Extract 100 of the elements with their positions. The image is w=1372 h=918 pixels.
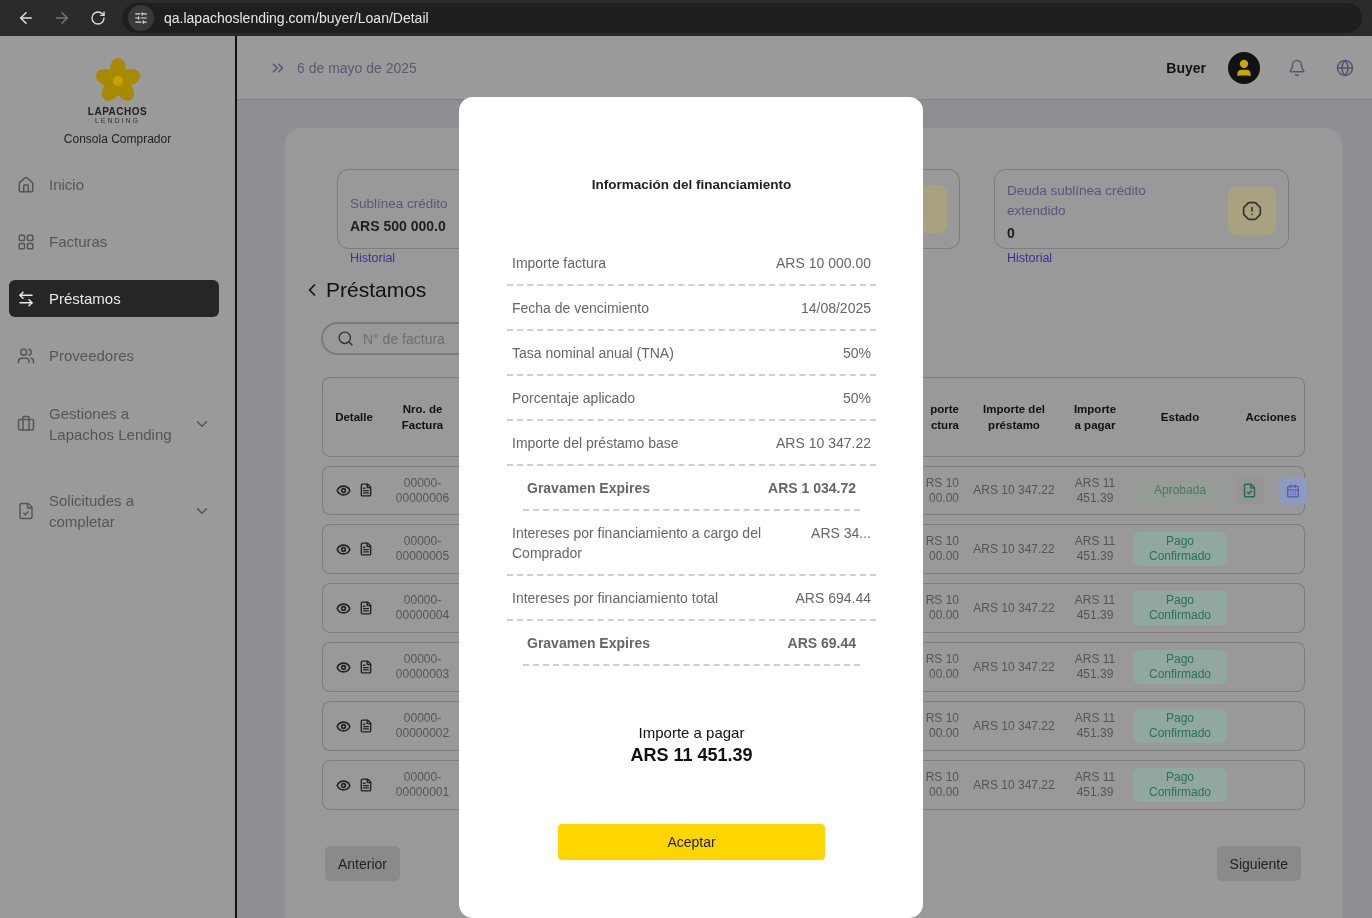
table-cell: ARS 10 347.22 (973, 483, 1055, 498)
detail-value: 50% (842, 389, 871, 408)
detail-value: ARS 10 000.00 (776, 254, 871, 273)
status-badge: Pago Confirmado (1133, 591, 1227, 625)
history-link[interactable]: Historial (350, 251, 396, 265)
dialog-title: Información del financiamiento (590, 177, 793, 194)
column-header: Estado (1160, 410, 1200, 425)
table-cell-text: 00000-00000004 (394, 593, 451, 623)
eye-icon[interactable] (335, 541, 351, 557)
bell-icon[interactable] (1288, 58, 1306, 77)
eye-icon[interactable] (335, 777, 351, 793)
document-icon[interactable] (358, 659, 373, 674)
eye-icon[interactable] (335, 600, 351, 616)
nav-item[interactable]: Inicio (9, 166, 219, 203)
detail-label: Importe factura (512, 254, 607, 273)
nav-item[interactable]: Gestiones a Lapachos Lending (9, 394, 219, 454)
icon-tile (923, 185, 947, 233)
previous-button[interactable]: Anterior (325, 846, 401, 881)
back-icon[interactable] (17, 9, 35, 27)
status-badge: Pago Confirmado (1133, 709, 1227, 743)
nav-item[interactable]: Solicitudes a completar (9, 481, 219, 541)
detail-label: Intereses por financiamiento total (512, 589, 719, 608)
logo-name: LAPACHOS (87, 106, 148, 117)
site-settings-icon[interactable] (134, 11, 148, 25)
file-check-icon (1242, 483, 1257, 498)
table-cell-text: ARS 11 451.39 (1073, 652, 1117, 682)
nav-item[interactable]: Préstamos (9, 280, 219, 317)
accept-button[interactable]: Aceptar (558, 824, 825, 860)
column-header: Importe del préstamo (983, 402, 1045, 433)
document-icon[interactable] (358, 718, 373, 733)
column-header: Detalle (335, 410, 373, 425)
status-badge: Pago Confirmado (1133, 768, 1227, 802)
page-title: Préstamos (326, 278, 427, 302)
document-icon[interactable] (358, 777, 373, 792)
table-cell-text: ARS 11 451.39 (1073, 770, 1117, 800)
next-button[interactable]: Siguiente (1216, 846, 1301, 881)
document-icon[interactable] (358, 600, 373, 615)
detail-label: Fecha de vencimiento (512, 299, 649, 318)
document-icon[interactable] (358, 541, 373, 556)
table-cell-text: 00000-00000005 (394, 534, 451, 564)
eye-icon[interactable] (335, 483, 351, 498)
url-text: qa.lapachoslending.com/buyer/Loan/Detail (164, 10, 429, 26)
detail-value: ARS 694.44 (795, 589, 871, 608)
user-name: Buyer (1166, 59, 1206, 76)
users-icon (17, 346, 35, 365)
detail-label: Importe del préstamo base (512, 434, 679, 453)
table-cell-text: RS 10 00.00 (925, 593, 960, 623)
avatar-icon[interactable] (1228, 51, 1260, 84)
column-header: Importe a pagar (1072, 402, 1118, 433)
column-header: Acciones (1245, 410, 1297, 425)
history-link[interactable]: Historial (1007, 251, 1053, 265)
grid-icon (17, 232, 35, 251)
eye-icon[interactable] (335, 659, 351, 675)
table-cell-text: ARS 11 451.39 (1073, 475, 1117, 506)
detail-value: ARS 34... (811, 524, 871, 543)
address-bar[interactable]: qa.lapachoslending.com/buyer/Loan/Detail (122, 3, 1362, 33)
detail-value: ARS 69.44 (787, 634, 856, 653)
status-badge: Aprobada (1133, 478, 1227, 503)
column-header: Nro. de Factura (400, 402, 445, 433)
card-value: ARS 500 000.0 (350, 218, 447, 234)
detail-label: Porcentaje aplicado (512, 389, 635, 408)
table-cell-text: 00000-00000002 (394, 711, 451, 741)
date-text: 6 de mayo de 2025 (297, 59, 418, 76)
arrows-icon (17, 289, 35, 308)
reload-icon[interactable] (90, 10, 106, 26)
table-cell-text: RS 10 00.00 (925, 534, 960, 564)
briefcase-icon (17, 415, 35, 433)
globe-icon[interactable] (1336, 58, 1354, 77)
nav-item[interactable]: Facturas (9, 223, 219, 260)
eye-icon[interactable] (335, 718, 351, 734)
calendar-icon (1285, 483, 1300, 498)
detail-value: ARS 10 347.22 (776, 434, 871, 453)
table-cell-text: RS 10 00.00 (925, 475, 960, 506)
column-header: porte ctura (929, 402, 960, 433)
table-cell: ARS 10 347.22 (973, 777, 1055, 793)
logo-icon (94, 58, 141, 104)
detail-label: Intereses por financiamiento a cargo del Comprador (512, 524, 763, 563)
search-icon (337, 330, 354, 347)
table-cell-text: 00000-00000001 (394, 770, 451, 800)
table-cell-text: 00000-00000003 (394, 652, 451, 682)
detail-value: 50% (842, 344, 871, 363)
total-label: Importe a pagar (638, 724, 745, 741)
detail-label: Gravamen Expires (527, 479, 650, 498)
card-title: Sublínea crédito (350, 195, 449, 213)
alert-icon (1242, 201, 1262, 221)
total-value: ARS 11 451.39 (630, 745, 753, 766)
nav-item[interactable]: Proveedores (9, 337, 219, 374)
table-cell-text: RS 10 00.00 (925, 711, 960, 741)
document-icon[interactable] (358, 483, 373, 497)
table-cell: ARS 10 347.22 (973, 659, 1055, 675)
card-value: 0 (1007, 225, 1016, 241)
table-cell-text: ARS 11 451.39 (1073, 711, 1117, 741)
console-subtitle: Consola Comprador (63, 132, 172, 146)
file-check-icon (17, 502, 35, 520)
table-cell: ARS 10 347.22 (973, 600, 1055, 616)
status-badge: Pago Confirmado (1133, 650, 1227, 684)
home-icon (17, 175, 35, 194)
detail-value: ARS 1 034.72 (768, 479, 856, 498)
document-check-button[interactable] (1235, 476, 1264, 505)
table-cell: ARS 10 347.22 (973, 718, 1055, 734)
